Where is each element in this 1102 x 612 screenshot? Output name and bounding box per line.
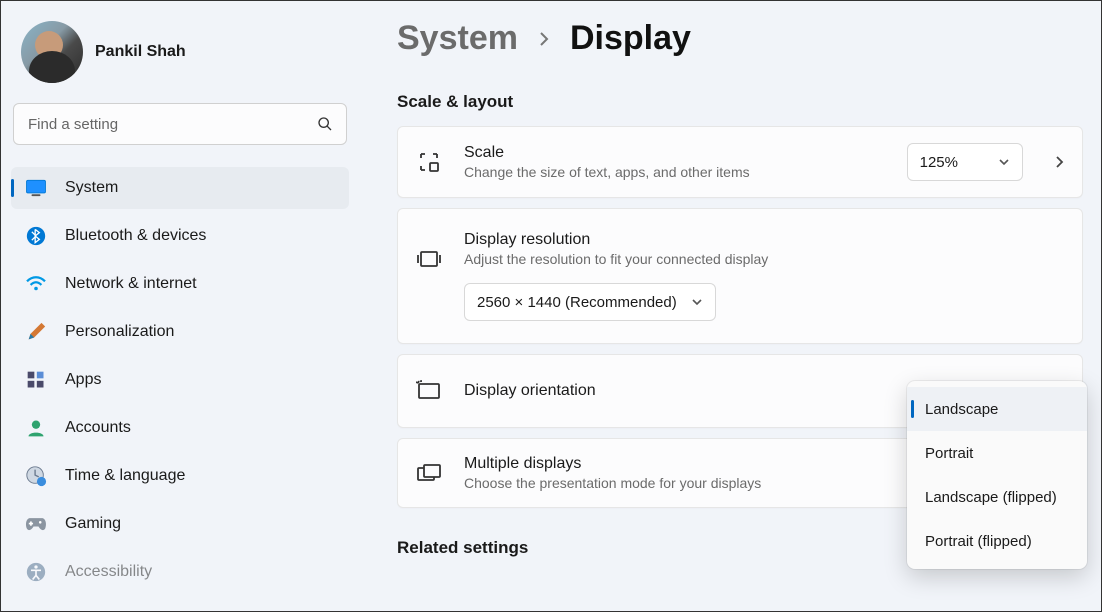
setting-subtitle: Change the size of text, apps, and other… xyxy=(464,164,885,180)
orientation-dropdown-menu: Landscape Portrait Landscape (flipped) P… xyxy=(907,381,1087,569)
sidebar-item-label: Personalization xyxy=(65,323,174,341)
chevron-right-icon xyxy=(538,31,550,47)
sidebar-item-label: Network & internet xyxy=(65,275,197,293)
sidebar-item-bluetooth[interactable]: Bluetooth & devices xyxy=(11,215,349,257)
accessibility-icon xyxy=(25,561,47,583)
sidebar-item-gaming[interactable]: Gaming xyxy=(11,503,349,545)
system-icon xyxy=(25,177,47,199)
section-title-scale-layout: Scale & layout xyxy=(397,92,1083,112)
sidebar-item-label: Bluetooth & devices xyxy=(65,227,206,245)
option-label: Landscape (flipped) xyxy=(925,489,1057,506)
nav-list: System Bluetooth & devices Network & int… xyxy=(11,167,349,593)
sidebar-item-label: System xyxy=(65,179,118,197)
chevron-down-icon xyxy=(998,158,1010,166)
breadcrumb: System Display xyxy=(397,19,1083,58)
clock-globe-icon xyxy=(25,465,47,487)
setting-subtitle: Adjust the resolution to fit your connec… xyxy=(464,251,1064,267)
sidebar-item-label: Apps xyxy=(65,371,101,389)
sidebar-item-label: Time & language xyxy=(65,467,185,485)
profile-block[interactable]: Pankil Shah xyxy=(11,13,349,103)
chevron-down-icon xyxy=(691,298,703,306)
sidebar-item-accessibility[interactable]: Accessibility xyxy=(11,551,349,593)
scale-dropdown[interactable]: 125% xyxy=(907,143,1023,181)
option-label: Landscape xyxy=(925,401,998,418)
orientation-option-portrait[interactable]: Portrait xyxy=(907,431,1087,475)
sidebar-item-apps[interactable]: Apps xyxy=(11,359,349,401)
search-input[interactable] xyxy=(13,103,347,145)
resolution-dropdown[interactable]: 2560 × 1440 (Recommended) xyxy=(464,283,716,321)
main-content: System Display Scale & layout Scale Chan… xyxy=(359,1,1101,611)
multiple-displays-icon xyxy=(416,463,442,483)
setting-title: Display resolution xyxy=(464,231,1064,249)
bluetooth-icon xyxy=(25,225,47,247)
scale-icon xyxy=(416,150,442,174)
wifi-icon xyxy=(25,273,47,295)
gamepad-icon xyxy=(25,513,47,535)
sidebar-item-personalization[interactable]: Personalization xyxy=(11,311,349,353)
orientation-icon xyxy=(416,380,442,402)
breadcrumb-current: Display xyxy=(570,19,691,58)
orientation-option-landscape-flipped[interactable]: Landscape (flipped) xyxy=(907,475,1087,519)
setting-body: Display resolution Adjust the resolution… xyxy=(464,231,1064,321)
sidebar-item-system[interactable]: System xyxy=(11,167,349,209)
setting-title: Scale xyxy=(464,144,885,162)
orientation-option-landscape[interactable]: Landscape xyxy=(907,387,1087,431)
chevron-right-icon[interactable] xyxy=(1055,155,1064,169)
orientation-option-portrait-flipped[interactable]: Portrait (flipped) xyxy=(907,519,1087,563)
sidebar-item-label: Accounts xyxy=(65,419,131,437)
option-label: Portrait xyxy=(925,445,973,462)
sidebar-item-accounts[interactable]: Accounts xyxy=(11,407,349,449)
search-container xyxy=(13,103,347,145)
setting-body: Scale Change the size of text, apps, and… xyxy=(464,144,885,180)
user-name: Pankil Shah xyxy=(95,43,186,61)
sidebar-item-network[interactable]: Network & internet xyxy=(11,263,349,305)
dropdown-value: 2560 × 1440 (Recommended) xyxy=(477,294,677,311)
sidebar-item-label: Gaming xyxy=(65,515,121,533)
avatar xyxy=(21,21,83,83)
search-icon xyxy=(317,116,333,132)
dropdown-value: 125% xyxy=(920,154,958,171)
person-icon xyxy=(25,417,47,439)
resolution-icon xyxy=(416,249,442,269)
sidebar-item-label: Accessibility xyxy=(65,563,152,581)
breadcrumb-parent[interactable]: System xyxy=(397,19,518,58)
setting-resolution[interactable]: Display resolution Adjust the resolution… xyxy=(397,208,1083,344)
paintbrush-icon xyxy=(25,321,47,343)
option-label: Portrait (flipped) xyxy=(925,533,1032,550)
setting-scale[interactable]: Scale Change the size of text, apps, and… xyxy=(397,126,1083,198)
apps-icon xyxy=(25,369,47,391)
sidebar: Pankil Shah System Bluetooth & devices xyxy=(1,1,359,611)
sidebar-item-time-language[interactable]: Time & language xyxy=(11,455,349,497)
